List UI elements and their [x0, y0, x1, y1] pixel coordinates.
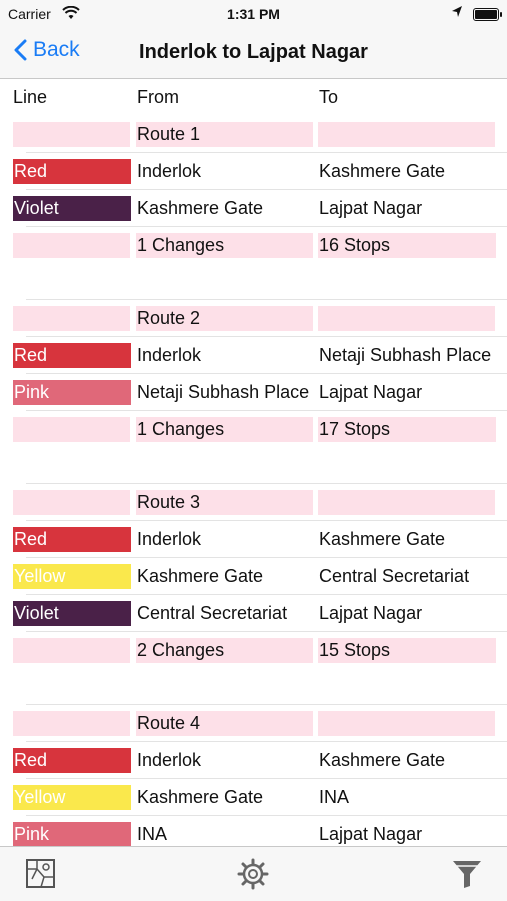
from-station: Inderlok: [137, 161, 202, 181]
from-station: Central Secretariat: [137, 603, 288, 623]
from-station: Kashmere Gate: [137, 787, 264, 807]
route-title-spacer: [13, 122, 130, 147]
line-badge-red: Red: [13, 748, 131, 773]
line-badge-pink: Pink: [13, 380, 131, 405]
line-badge-yellow: Yellow: [13, 564, 131, 589]
line-badge-violet: Violet: [13, 196, 131, 221]
summary-spacer: [13, 417, 130, 442]
summary-spacer: [13, 233, 130, 258]
filter-icon[interactable]: [450, 857, 484, 896]
to-station: Lajpat Nagar: [319, 198, 423, 218]
route-leg-row[interactable]: Violet Kashmere Gate Lajpat Nagar: [0, 190, 507, 227]
line-badge-violet: Violet: [13, 601, 131, 626]
stops-count: 15 Stops: [318, 638, 496, 663]
route-title-spacer: [13, 711, 130, 736]
header-line: Line: [13, 87, 48, 107]
route-summary-row[interactable]: 1 Changes 16 Stops: [0, 227, 507, 264]
status-bar: Carrier 1:31 PM: [0, 0, 507, 30]
map-icon[interactable]: [24, 857, 58, 896]
route-leg-row[interactable]: Red Inderlok Netaji Subhash Place: [0, 337, 507, 374]
changes-count: 1 Changes: [136, 417, 313, 442]
route-title: Route 2: [136, 306, 313, 331]
route-separator: [0, 448, 507, 484]
to-station: Kashmere Gate: [319, 750, 446, 770]
route-title-row[interactable]: Route 3: [0, 484, 507, 521]
route-separator: [0, 669, 507, 705]
route-title-spacer: [13, 306, 130, 331]
gear-icon[interactable]: [236, 857, 270, 896]
page-title: Inderlok to Lajpat Nagar: [139, 41, 368, 63]
route-title-row[interactable]: Route 1: [0, 116, 507, 153]
from-station: Netaji Subhash Place: [137, 382, 310, 402]
route-title-spacer: [318, 711, 495, 736]
stops-count: 16 Stops: [318, 233, 496, 258]
to-station: Lajpat Nagar: [319, 382, 423, 402]
route-leg-row[interactable]: Red Inderlok Kashmere Gate: [0, 153, 507, 190]
navigation-bar: Back Inderlok to Lajpat Nagar: [0, 30, 507, 79]
stops-count: 17 Stops: [318, 417, 496, 442]
routes-list[interactable]: Line From To Route 1 Red Inderlok Kashmere …: [0, 79, 507, 846]
from-station: INA: [137, 824, 168, 844]
battery-icon: [473, 8, 502, 21]
column-headers: Line From To: [0, 79, 507, 116]
location-arrow-icon: [451, 5, 463, 22]
from-station: Kashmere Gate: [137, 566, 264, 586]
route-leg-row[interactable]: Pink INA Lajpat Nagar: [0, 816, 507, 846]
route-leg-row[interactable]: Yellow Kashmere Gate INA: [0, 779, 507, 816]
clock: 1:31 PM: [227, 6, 280, 22]
line-badge-red: Red: [13, 159, 131, 184]
route-title-row[interactable]: Route 2: [0, 300, 507, 337]
route-leg-row[interactable]: Violet Central Secretariat Lajpat Nagar: [0, 595, 507, 632]
route-title: Route 3: [136, 490, 313, 515]
route-title: Route 4: [136, 711, 313, 736]
route-leg-row[interactable]: Yellow Kashmere Gate Central Secretariat: [0, 558, 507, 595]
from-station: Kashmere Gate: [137, 198, 264, 218]
route-title-spacer: [318, 122, 495, 147]
summary-spacer: [13, 638, 130, 663]
route-summary-row[interactable]: 1 Changes 17 Stops: [0, 411, 507, 448]
to-station: INA: [319, 787, 350, 807]
from-station: Inderlok: [137, 529, 202, 549]
to-station: Kashmere Gate: [319, 529, 446, 549]
route-leg-row[interactable]: Red Inderlok Kashmere Gate: [0, 521, 507, 558]
route-leg-row[interactable]: Red Inderlok Kashmere Gate: [0, 742, 507, 779]
route-leg-row[interactable]: Pink Netaji Subhash Place Lajpat Nagar: [0, 374, 507, 411]
changes-count: 1 Changes: [136, 233, 313, 258]
from-station: Inderlok: [137, 750, 202, 770]
line-badge-red: Red: [13, 343, 131, 368]
to-station: Lajpat Nagar: [319, 824, 423, 844]
header-to: To: [319, 87, 339, 107]
changes-count: 2 Changes: [136, 638, 313, 663]
line-badge-yellow: Yellow: [13, 785, 131, 810]
tab-bar: [0, 846, 507, 901]
route-separator: [0, 264, 507, 300]
route-title-row[interactable]: Route 4: [0, 705, 507, 742]
to-station: Central Secretariat: [319, 566, 470, 586]
route-title-spacer: [318, 306, 495, 331]
from-station: Inderlok: [137, 345, 202, 365]
to-station: Kashmere Gate: [319, 161, 446, 181]
to-station: Netaji Subhash Place: [319, 345, 492, 365]
to-station: Lajpat Nagar: [319, 603, 423, 623]
line-badge-red: Red: [13, 527, 131, 552]
routes-container: Route 1 Red Inderlok Kashmere Gate Violet Kas…: [0, 116, 507, 846]
header-from: From: [137, 87, 179, 107]
route-summary-row[interactable]: 2 Changes 15 Stops: [0, 632, 507, 669]
route-title: Route 1: [136, 122, 313, 147]
line-badge-pink: Pink: [13, 822, 131, 846]
route-title-spacer: [13, 490, 130, 515]
route-title-spacer: [318, 490, 495, 515]
